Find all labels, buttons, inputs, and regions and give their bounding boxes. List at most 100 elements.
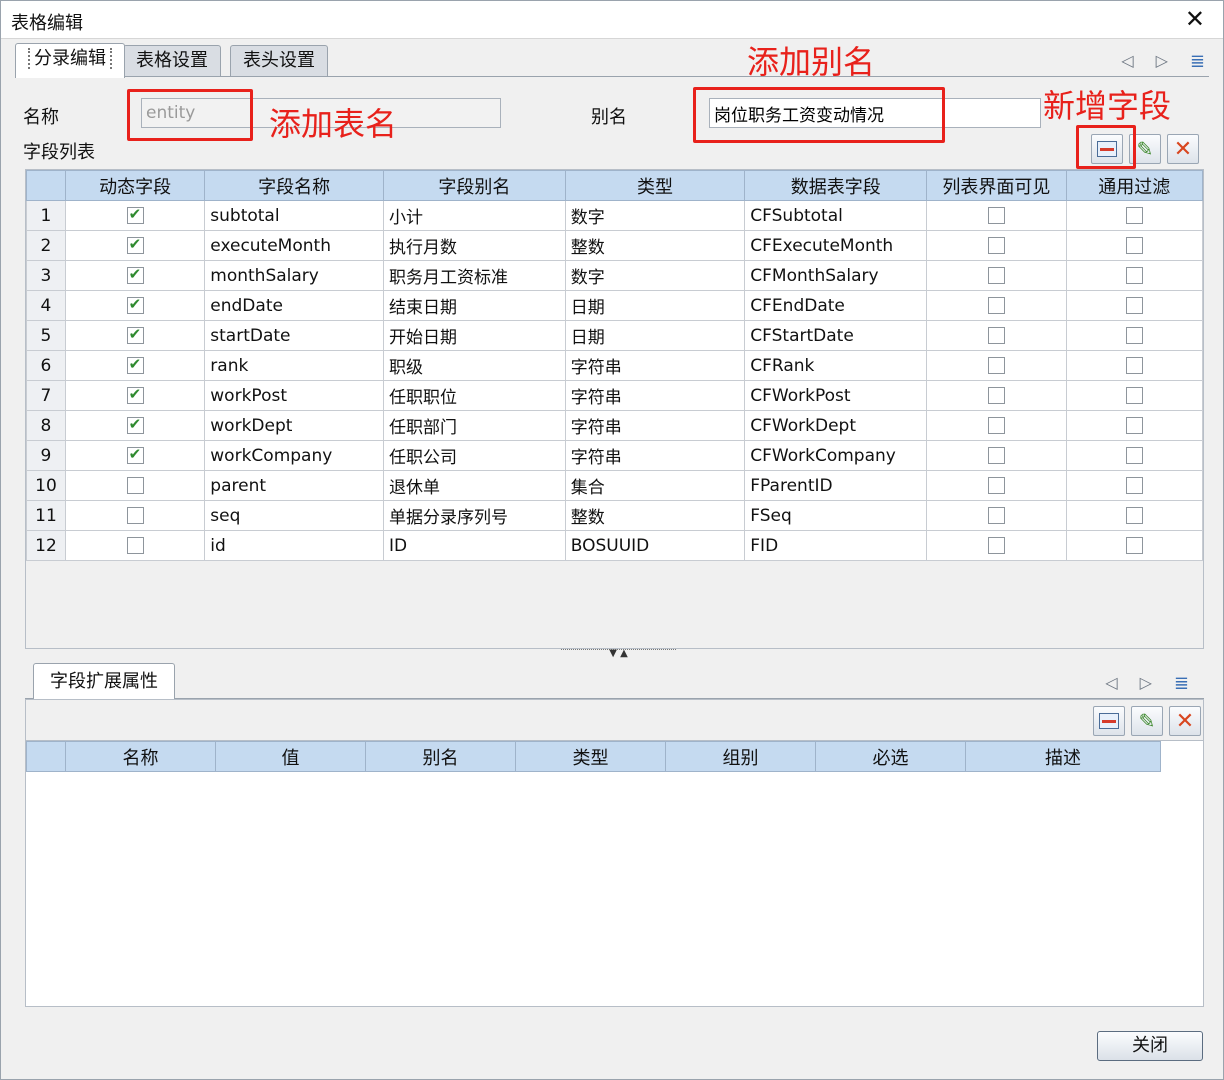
tab-field-ext-props[interactable]: 字段扩展属性 <box>33 663 175 699</box>
field-alias-cell[interactable]: ID <box>383 530 566 561</box>
field-type-cell[interactable]: 日期 <box>564 290 746 321</box>
table-row[interactable]: 12 id ID BOSUUID FID <box>26 530 1203 561</box>
filter-checkbox[interactable] <box>1125 447 1143 464</box>
field-type-cell[interactable]: 字符串 <box>564 410 746 441</box>
table-row[interactable]: 5 startDate开始日期日期CFStartDate <box>26 320 1203 351</box>
table-row[interactable]: 3 monthSalary职务月工资标准数字CFMonthSalary <box>26 260 1203 291</box>
dynamic-field-checkbox[interactable] <box>126 265 144 284</box>
field-alias-cell[interactable]: 任职公司 <box>383 440 566 471</box>
filter-checkbox[interactable] <box>1125 477 1143 494</box>
delete-ext-prop-button[interactable]: ✕ <box>1169 706 1201 736</box>
field-type-cell[interactable]: 整数 <box>564 230 746 261</box>
field-type-cell[interactable]: 整数 <box>564 500 746 531</box>
field-type-cell[interactable]: BOSUUID <box>564 530 746 561</box>
col-type-header[interactable]: 类型 <box>564 170 746 201</box>
list-visible-checkbox[interactable] <box>987 237 1005 254</box>
table-row[interactable]: 2 executeMonth执行月数整数CFExecuteMonth <box>26 230 1203 261</box>
dynamic-field-checkbox[interactable] <box>126 325 144 344</box>
dynamic-field-checkbox[interactable] <box>126 477 144 494</box>
filter-checkbox[interactable] <box>1125 297 1143 314</box>
db-field-cell[interactable]: CFStartDate <box>744 320 928 351</box>
filter-checkbox[interactable] <box>1125 537 1143 554</box>
ext-col-group-header[interactable]: 组别 <box>665 741 816 772</box>
name-input[interactable] <box>141 98 501 128</box>
col-filter-header[interactable]: 通用过滤 <box>1065 170 1203 201</box>
field-name-cell[interactable]: subtotal <box>204 200 385 231</box>
field-alias-cell[interactable]: 执行月数 <box>383 230 566 261</box>
filter-checkbox[interactable] <box>1125 327 1143 344</box>
dynamic-field-checkbox[interactable] <box>126 355 144 374</box>
db-field-cell[interactable]: CFMonthSalary <box>744 260 928 291</box>
db-field-cell[interactable]: CFExecuteMonth <box>744 230 928 261</box>
field-alias-cell[interactable]: 职级 <box>383 350 566 381</box>
filter-checkbox[interactable] <box>1125 267 1143 284</box>
db-field-cell[interactable]: CFRank <box>744 350 928 381</box>
tab-next-icon[interactable]: ▷ <box>1156 51 1168 72</box>
list-visible-checkbox[interactable] <box>987 207 1005 224</box>
list-visible-checkbox[interactable] <box>987 297 1005 314</box>
list-visible-checkbox[interactable] <box>987 327 1005 344</box>
field-name-cell[interactable]: monthSalary <box>204 260 385 291</box>
add-ext-prop-button[interactable] <box>1093 706 1125 736</box>
db-field-cell[interactable]: FID <box>744 530 928 561</box>
field-alias-cell[interactable]: 职务月工资标准 <box>383 260 566 291</box>
filter-checkbox[interactable] <box>1125 387 1143 404</box>
add-field-button[interactable] <box>1091 134 1123 164</box>
table-row[interactable]: 6 rank职级字符串CFRank <box>26 350 1203 381</box>
dynamic-field-checkbox[interactable] <box>126 235 144 254</box>
db-field-cell[interactable]: FSeq <box>744 500 928 531</box>
filter-checkbox[interactable] <box>1125 237 1143 254</box>
ext-col-alias-header[interactable]: 别名 <box>365 741 516 772</box>
alias-input[interactable] <box>709 98 1041 128</box>
db-field-cell[interactable]: CFSubtotal <box>744 200 928 231</box>
filter-checkbox[interactable] <box>1125 507 1143 524</box>
field-name-cell[interactable]: parent <box>204 470 385 501</box>
tab-menu-icon[interactable]: ≣ <box>1190 51 1205 72</box>
sub-tab-prev-icon[interactable]: ◁ <box>1105 673 1117 694</box>
dynamic-field-checkbox[interactable] <box>126 415 144 434</box>
table-row[interactable]: 8 workDept任职部门字符串CFWorkDept <box>26 410 1203 441</box>
list-visible-checkbox[interactable] <box>987 417 1005 434</box>
list-visible-checkbox[interactable] <box>987 357 1005 374</box>
dynamic-field-checkbox[interactable] <box>126 295 144 314</box>
db-field-cell[interactable]: CFWorkCompany <box>744 440 928 471</box>
close-button[interactable]: 关闭 <box>1097 1031 1203 1061</box>
tab-table-settings[interactable]: 表格设置 <box>123 45 221 77</box>
field-alias-cell[interactable]: 单据分录序列号 <box>383 500 566 531</box>
sub-tab-menu-icon[interactable]: ≣ <box>1174 673 1189 694</box>
field-alias-cell[interactable]: 结束日期 <box>383 290 566 321</box>
field-type-cell[interactable]: 数字 <box>564 200 746 231</box>
field-name-cell[interactable]: seq <box>204 500 385 531</box>
field-name-cell[interactable]: startDate <box>204 320 385 351</box>
table-row[interactable]: 11 seq 单据分录序列号 整数 FSeq <box>26 500 1203 531</box>
field-type-cell[interactable]: 字符串 <box>564 380 746 411</box>
tab-header-settings[interactable]: 表头设置 <box>230 45 328 77</box>
table-row[interactable]: 4 endDate结束日期日期CFEndDate <box>26 290 1203 321</box>
db-field-cell[interactable]: CFWorkPost <box>744 380 928 411</box>
field-name-cell[interactable]: executeMonth <box>204 230 385 261</box>
dynamic-field-checkbox[interactable] <box>126 385 144 404</box>
sub-tab-next-icon[interactable]: ▷ <box>1140 673 1152 694</box>
list-visible-checkbox[interactable] <box>987 537 1005 554</box>
field-type-cell[interactable]: 字符串 <box>564 350 746 381</box>
dynamic-field-checkbox[interactable] <box>126 445 144 464</box>
col-name-header[interactable]: 字段名称 <box>204 170 385 201</box>
field-name-cell[interactable]: workCompany <box>204 440 385 471</box>
field-alias-cell[interactable]: 开始日期 <box>383 320 566 351</box>
field-name-cell[interactable]: id <box>204 530 385 561</box>
field-type-cell[interactable]: 集合 <box>564 470 746 501</box>
col-db-field-header[interactable]: 数据表字段 <box>744 170 928 201</box>
ext-col-type-header[interactable]: 类型 <box>515 741 666 772</box>
col-dynamic-header[interactable]: 动态字段 <box>64 170 206 201</box>
list-visible-checkbox[interactable] <box>987 267 1005 284</box>
ext-col-required-header[interactable]: 必选 <box>815 741 966 772</box>
list-visible-checkbox[interactable] <box>987 447 1005 464</box>
list-visible-checkbox[interactable] <box>987 387 1005 404</box>
db-field-cell[interactable]: CFEndDate <box>744 290 928 321</box>
close-icon[interactable]: ✕ <box>1185 5 1205 33</box>
table-row[interactable]: 10 parent 退休单 集合 FParentID <box>26 470 1203 501</box>
col-list-visible-header[interactable]: 列表界面可见 <box>926 170 1067 201</box>
field-name-cell[interactable]: rank <box>204 350 385 381</box>
ext-col-name-header[interactable]: 名称 <box>65 741 216 772</box>
tab-prev-icon[interactable]: ◁ <box>1121 51 1133 72</box>
